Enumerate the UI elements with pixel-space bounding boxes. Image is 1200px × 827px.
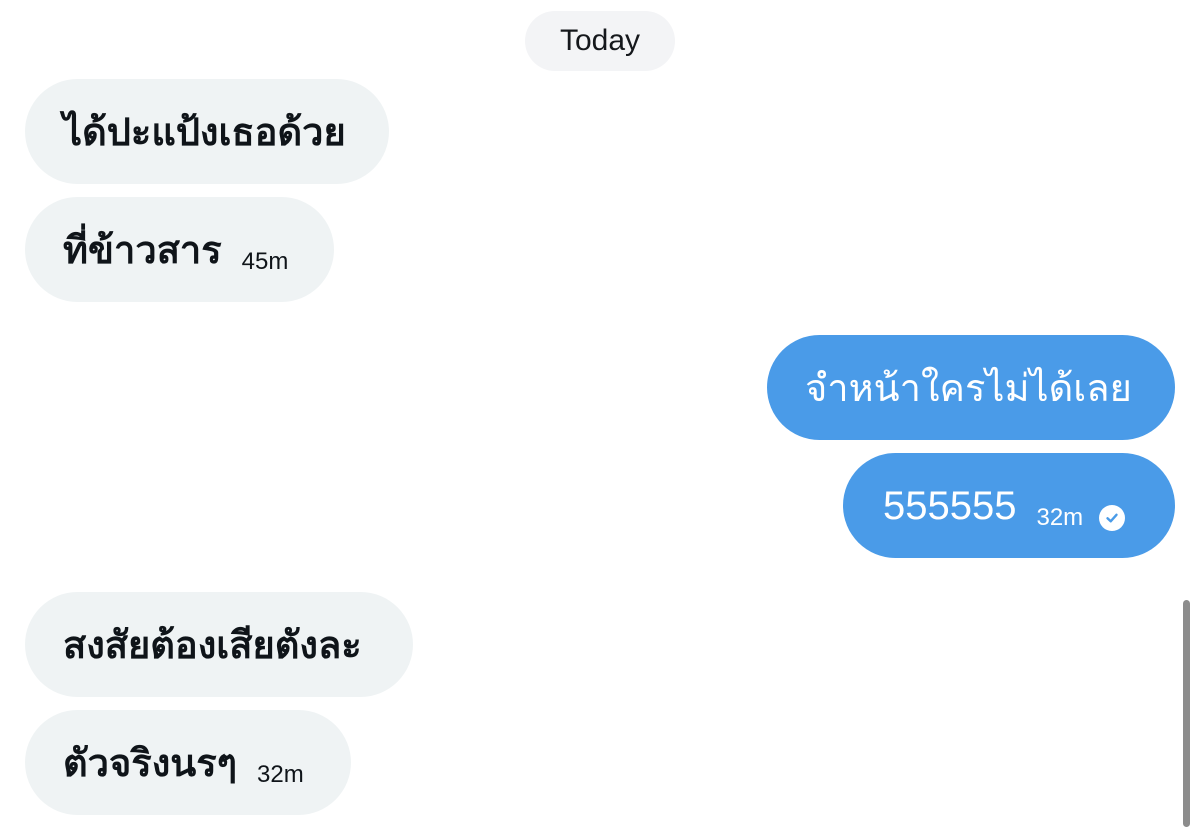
message-text: ตัวจริงนรๆ [63, 740, 238, 785]
message-bubble-outgoing[interactable]: 555555 32m [843, 453, 1175, 558]
date-divider-today: Today [525, 11, 675, 71]
message-timestamp: 32m [257, 760, 304, 788]
message-bubble-incoming[interactable]: ได้ปะแป้งเธอด้วย [25, 79, 389, 184]
message-bubble-incoming[interactable]: สงสัยต้องเสียตังละ [25, 592, 413, 697]
message-text: ได้ปะแป้งเธอด้วย [63, 109, 346, 154]
message-timestamp: 45m [241, 247, 289, 275]
message-text: จำหน้าใครไม่ได้เลย [805, 365, 1132, 410]
message-text: ที่ข้าวสาร [63, 227, 222, 272]
message-text: 555555 [883, 483, 1017, 528]
message-text: สงสัยต้องเสียตังละ [63, 622, 362, 667]
message-bubble-incoming[interactable]: ที่ข้าวสาร 45m [25, 197, 334, 302]
date-divider-label: Today [559, 24, 641, 57]
message-bubble-outgoing[interactable]: จำหน้าใครไม่ได้เลย [767, 335, 1175, 440]
message-bubble-incoming[interactable]: ตัวจริงนรๆ 32m [25, 710, 351, 815]
seen-check-icon [1099, 504, 1126, 531]
scrollbar[interactable] [1183, 600, 1190, 827]
message-timestamp: 32m [1036, 503, 1084, 531]
